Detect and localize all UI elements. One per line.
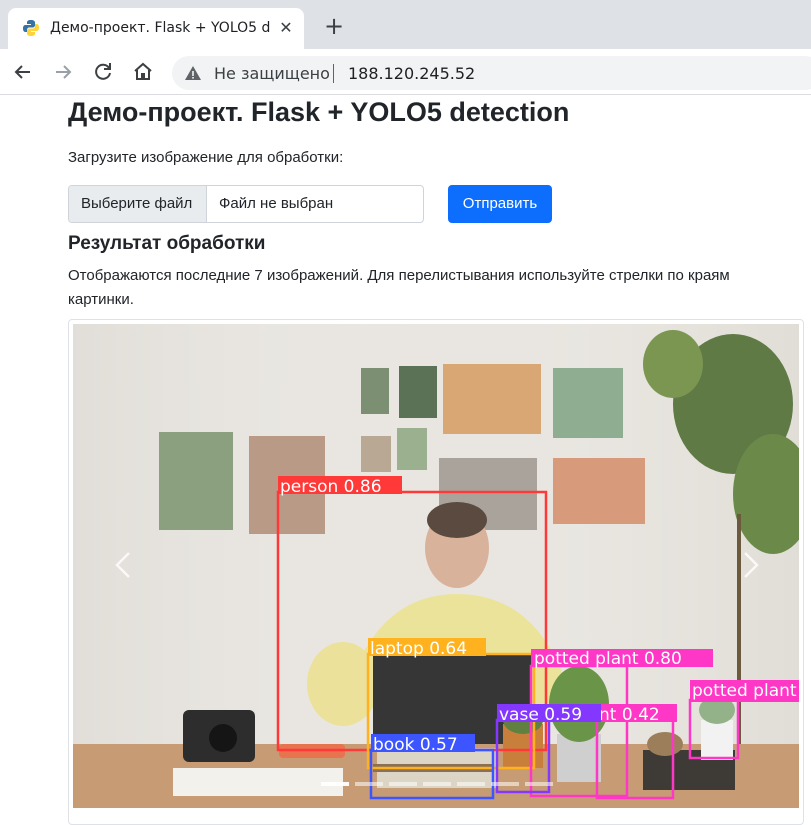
back-button[interactable] [10, 59, 36, 85]
warning-icon[interactable] [184, 64, 202, 82]
result-carousel: person 0.86 laptop 0.64 potted plant 0.8… [68, 319, 804, 825]
detection-image: person 0.86 laptop 0.64 potted plant 0.8… [73, 324, 799, 808]
page-title: Демо-проект. Flask + YOLO5 detection [68, 97, 570, 127]
submit-button[interactable]: Отправить [448, 185, 552, 223]
svg-text:potted plant: potted plant [692, 681, 797, 701]
forward-arrow-icon [56, 65, 72, 79]
tab-close-icon[interactable]: ✕ [276, 18, 296, 38]
security-label[interactable]: Не защищено [214, 64, 330, 83]
svg-text:person 0.86: person 0.86 [280, 477, 382, 497]
tab-strip: Демо-проект. Flask + YOLO5 detection ✕ + [0, 0, 811, 49]
upload-prompt: Загрузите изображение для обработки: [68, 149, 344, 166]
carousel-indicator[interactable] [423, 782, 451, 786]
home-icon [134, 62, 152, 80]
url-text[interactable]: 188.120.245.52 [348, 64, 475, 83]
carousel-indicator[interactable] [321, 782, 349, 786]
svg-text:nt 0.42: nt 0.42 [599, 705, 660, 725]
svg-text:book 0.57: book 0.57 [373, 735, 458, 755]
svg-text:laptop 0.64: laptop 0.64 [370, 639, 467, 659]
omnibox-divider [333, 64, 334, 83]
browser-tab[interactable]: Демо-проект. Flask + YOLO5 detection ✕ [8, 8, 304, 49]
file-input[interactable]: Выберите файл Файл не выбран [68, 185, 424, 223]
forward-button[interactable] [50, 59, 76, 85]
carousel-prev-button[interactable] [105, 545, 145, 585]
carousel-next-button[interactable] [729, 545, 769, 585]
address-bar[interactable]: Не защищено 188.120.245.52 [172, 56, 811, 90]
result-heading: Результат обработки [68, 233, 266, 254]
browser-toolbar: Не защищено 188.120.245.52 [0, 49, 811, 95]
chevron-right-icon [744, 552, 759, 578]
file-status: Файл не выбран [219, 195, 334, 212]
carousel-indicator[interactable] [491, 782, 519, 786]
carousel-indicator[interactable] [355, 782, 383, 786]
reload-icon [95, 63, 111, 80]
carousel-indicator[interactable] [457, 782, 485, 786]
carousel-indicator[interactable] [389, 782, 417, 786]
home-button[interactable] [130, 59, 156, 85]
carousel-indicator[interactable] [525, 782, 553, 786]
svg-text:vase 0.59: vase 0.59 [499, 705, 582, 725]
back-arrow-icon [14, 65, 30, 79]
result-description: Отображаются последние 7 изображений. Дл… [68, 267, 730, 308]
tab-title: Демо-проект. Flask + YOLO5 detection [50, 20, 270, 36]
chevron-left-icon [115, 552, 130, 578]
svg-text:potted plant 0.80: potted plant 0.80 [534, 649, 682, 669]
new-tab-button[interactable]: + [320, 13, 348, 41]
python-favicon [23, 20, 39, 36]
reload-button[interactable] [90, 59, 116, 85]
choose-file-button[interactable]: Выберите файл [69, 186, 207, 222]
